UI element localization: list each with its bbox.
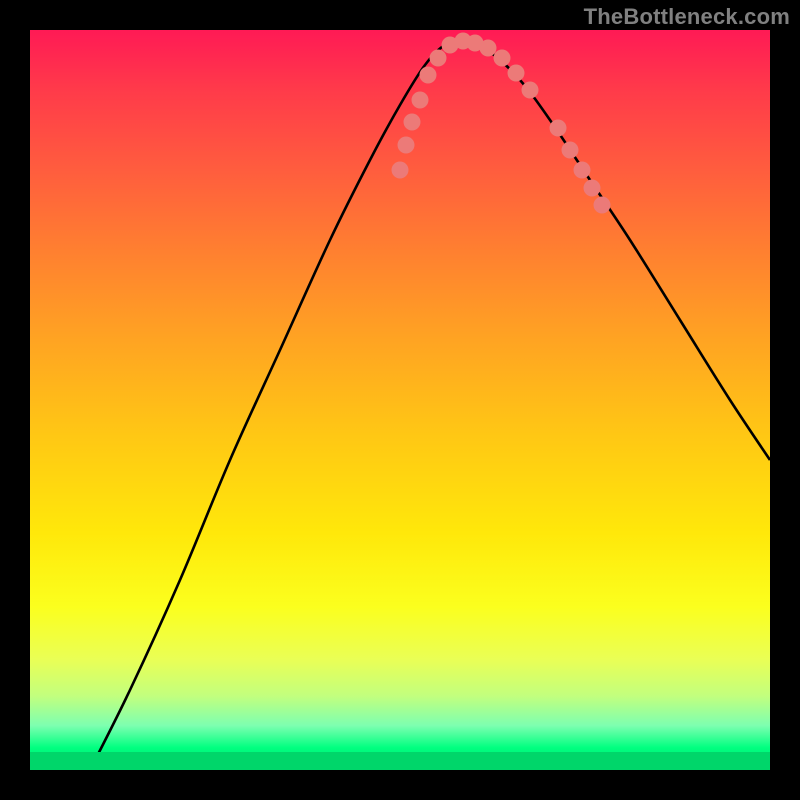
marker-dot bbox=[412, 92, 429, 109]
marker-dot bbox=[392, 162, 409, 179]
marker-dot bbox=[508, 65, 525, 82]
marker-dot bbox=[398, 137, 415, 154]
plot-area bbox=[30, 30, 770, 770]
marker-dot bbox=[522, 82, 539, 99]
marker-dot bbox=[574, 162, 591, 179]
bottom-green-strip bbox=[30, 752, 770, 770]
marker-dot bbox=[550, 120, 567, 137]
marker-dot bbox=[594, 197, 611, 214]
marker-dot bbox=[404, 114, 421, 131]
marker-dot bbox=[494, 50, 511, 67]
marker-dot bbox=[562, 142, 579, 159]
marker-dot bbox=[430, 50, 447, 67]
marker-dot bbox=[584, 180, 601, 197]
chart-frame: TheBottleneck.com bbox=[0, 0, 800, 800]
marker-dot bbox=[420, 67, 437, 84]
curve-svg bbox=[30, 30, 770, 770]
watermark-text: TheBottleneck.com bbox=[584, 4, 790, 30]
bottleneck-curve bbox=[90, 41, 770, 770]
marker-dot bbox=[480, 40, 497, 57]
marker-group bbox=[392, 33, 611, 214]
